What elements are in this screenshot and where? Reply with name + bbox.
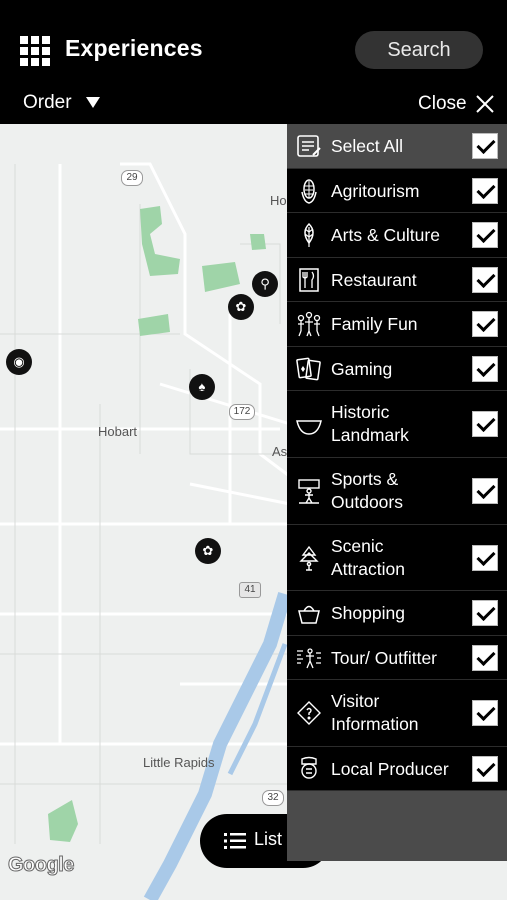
filter-row-restaurant[interactable]: Restaurant xyxy=(287,258,507,302)
bowl-icon xyxy=(296,420,322,435)
filter-row-sports-outdoors[interactable]: Sports & Outdoors xyxy=(287,458,507,525)
filter-label: Visitor Information xyxy=(331,691,419,734)
filter-row-tour-outfitter[interactable]: Tour/ Outfitter xyxy=(287,636,507,680)
tree-icon xyxy=(299,545,319,571)
filter-row-visitor-information[interactable]: Visitor Information xyxy=(287,680,507,747)
filter-checkbox[interactable] xyxy=(472,222,498,248)
filter-label: Shopping xyxy=(331,603,405,623)
filter-checkbox[interactable] xyxy=(472,756,498,782)
cards-icon xyxy=(296,357,321,381)
producer-icon xyxy=(301,756,317,779)
filter-checkbox[interactable] xyxy=(472,178,498,204)
filter-row-shopping[interactable]: Shopping xyxy=(287,591,507,636)
filter-row-gaming[interactable]: Gaming xyxy=(287,347,507,391)
filter-label: Gaming xyxy=(331,359,393,379)
filter-row-family-fun[interactable]: Family Fun xyxy=(287,302,507,347)
filter-row-arts-culture[interactable]: Arts & Culture xyxy=(287,213,507,258)
filter-checkbox[interactable] xyxy=(472,356,498,382)
map-pin-leaf-icon[interactable]: ✿ xyxy=(195,538,221,564)
hiker-icon xyxy=(298,479,320,504)
route-shield-29: 29 xyxy=(121,170,143,186)
filter-label: Family Fun xyxy=(331,314,418,334)
corn-icon xyxy=(301,179,317,204)
map-pin-basket-icon[interactable]: ⚲ xyxy=(252,271,278,297)
binoculars-icon xyxy=(297,648,321,669)
order-dropdown-label[interactable]: Order xyxy=(23,92,72,114)
google-attribution: Google xyxy=(8,854,75,877)
panel-footer xyxy=(287,791,507,861)
map-label-as: As xyxy=(272,444,288,459)
list-icon xyxy=(224,833,246,849)
map-pin-cards-icon[interactable]: ♠ xyxy=(189,374,215,400)
filter-checkbox[interactable] xyxy=(472,545,498,571)
filter-checkbox[interactable] xyxy=(472,133,498,159)
filter-label: Local Producer xyxy=(331,759,449,779)
filter-checkbox[interactable] xyxy=(472,645,498,671)
filter-label: Select All xyxy=(331,136,403,156)
filter-row-local-producer[interactable]: Local Producer xyxy=(287,747,507,791)
filter-row-scenic-attraction[interactable]: Scenic Attraction xyxy=(287,525,507,591)
map-label-hobart: Hobart xyxy=(98,424,138,439)
search-button[interactable]: Search xyxy=(355,31,483,69)
basket-icon xyxy=(298,605,320,624)
leaf-icon xyxy=(304,222,314,247)
filter-label: Agritourism xyxy=(331,181,420,201)
filter-label: Historic Landmark xyxy=(331,402,409,445)
filter-label: Arts & Culture xyxy=(331,225,440,245)
filter-checkbox[interactable] xyxy=(472,311,498,337)
map-pin-producer-icon[interactable]: ◉ xyxy=(6,349,32,375)
filter-row-historic-landmark[interactable]: Historic Landmark xyxy=(287,391,507,458)
map-label-ho: Ho xyxy=(270,193,287,208)
filter-label: Scenic Attraction xyxy=(331,536,405,579)
map-label-little-rapids: Little Rapids xyxy=(143,755,215,770)
filter-label: Tour/ Outfitter xyxy=(331,648,438,668)
category-filter-panel: Select All Agritourism Arts & Culture Re… xyxy=(287,124,507,861)
filter-checkbox[interactable] xyxy=(472,600,498,626)
filter-row-select-all[interactable]: Select All xyxy=(287,124,507,169)
utensils-icon xyxy=(299,268,319,292)
page-title: Experiences xyxy=(65,35,203,61)
filter-label: Sports & Outdoors xyxy=(331,469,403,512)
filter-checkbox[interactable] xyxy=(472,700,498,726)
family-icon xyxy=(297,311,321,337)
checklist-icon xyxy=(297,135,321,157)
filter-label: Restaurant xyxy=(331,270,417,290)
route-shield-172: 172 xyxy=(229,404,255,420)
top-bar: Experiences Search Order Close xyxy=(0,0,507,124)
close-button-label[interactable]: Close xyxy=(418,93,467,115)
map-pin-leaf-icon[interactable]: ✿ xyxy=(228,294,254,320)
caret-down-icon[interactable] xyxy=(86,97,100,108)
grid-menu-icon[interactable] xyxy=(20,36,50,66)
filter-row-agritourism[interactable]: Agritourism xyxy=(287,169,507,213)
list-button-label: List xyxy=(254,829,283,849)
filter-checkbox[interactable] xyxy=(472,411,498,437)
close-icon[interactable] xyxy=(475,94,495,114)
route-shield-41: 41 xyxy=(239,582,261,598)
route-shield-32: 32 xyxy=(262,790,284,806)
filter-checkbox[interactable] xyxy=(472,267,498,293)
info-compass-icon xyxy=(297,701,321,725)
filter-checkbox[interactable] xyxy=(472,478,498,504)
